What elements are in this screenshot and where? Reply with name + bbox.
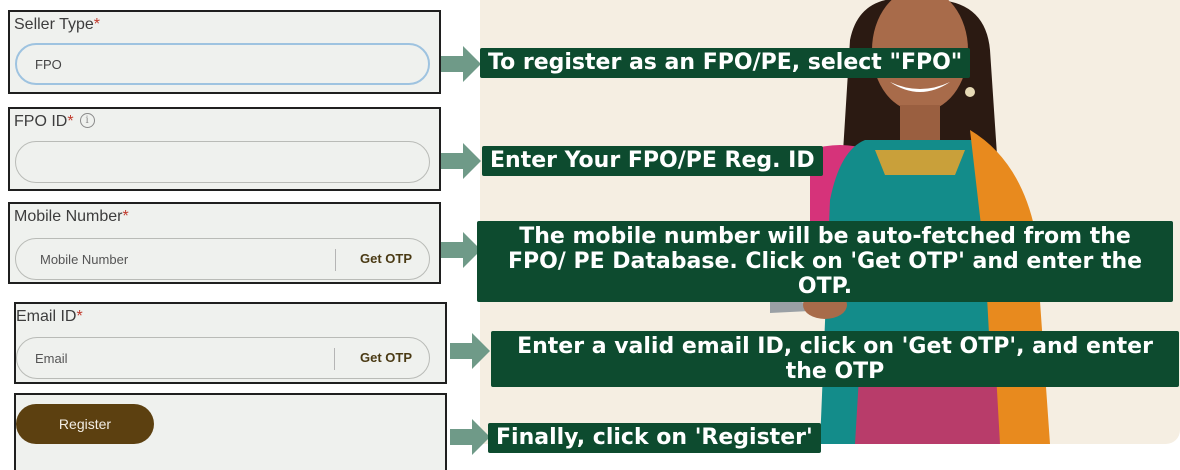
arrow-right-icon: [450, 333, 490, 369]
mobile-callout-line: OTP.: [797, 274, 853, 299]
seller-type-select[interactable]: [15, 43, 430, 85]
seller-type-label: Seller Type*: [14, 16, 100, 33]
register-button[interactable]: Register: [16, 404, 154, 444]
email-callout-line: Enter a valid email ID, click on 'Get OT…: [517, 334, 1153, 359]
register-callout: Finally, click on 'Register': [488, 423, 821, 453]
required-mark: *: [67, 113, 74, 130]
fpo-id-label: FPO ID* i: [14, 113, 95, 131]
arrow-right-icon: [441, 232, 481, 268]
mobile-callout: The mobile number will be auto-fetched f…: [477, 221, 1173, 302]
email-callout: Enter a valid email ID, click on 'Get OT…: [491, 331, 1179, 387]
info-icon[interactable]: i: [79, 113, 95, 128]
email-label: Email ID*: [16, 308, 83, 325]
mobile-get-otp-button[interactable]: Get OTP: [360, 251, 412, 266]
otp-separator: [335, 249, 336, 271]
fpo-id-input[interactable]: [15, 141, 430, 183]
arrow-right-icon: [441, 143, 481, 179]
arrow-right-icon: [441, 46, 481, 82]
required-mark: *: [122, 208, 129, 225]
required-mark: *: [76, 308, 83, 325]
email-callout-line: the OTP: [785, 359, 885, 384]
fpo-id-callout: Enter Your FPO/PE Reg. ID: [482, 146, 823, 176]
mobile-number-label: Mobile Number*: [14, 208, 129, 225]
required-mark: *: [93, 16, 100, 33]
arrow-right-icon: [450, 419, 490, 455]
otp-separator: [334, 348, 335, 370]
email-get-otp-button[interactable]: Get OTP: [360, 350, 412, 365]
mobile-number-section: Mobile Number* Get OTP: [8, 202, 441, 284]
email-section: Email ID* Get OTP: [14, 302, 447, 384]
mobile-callout-line: The mobile number will be auto-fetched f…: [519, 224, 1131, 249]
seller-type-section: Seller Type*: [8, 10, 441, 94]
seller-type-callout: To register as an FPO/PE, select "FPO": [480, 48, 971, 78]
mobile-callout-line: FPO/ PE Database. Click on 'Get OTP' and…: [507, 249, 1143, 274]
fpo-id-section: FPO ID* i: [8, 107, 441, 191]
